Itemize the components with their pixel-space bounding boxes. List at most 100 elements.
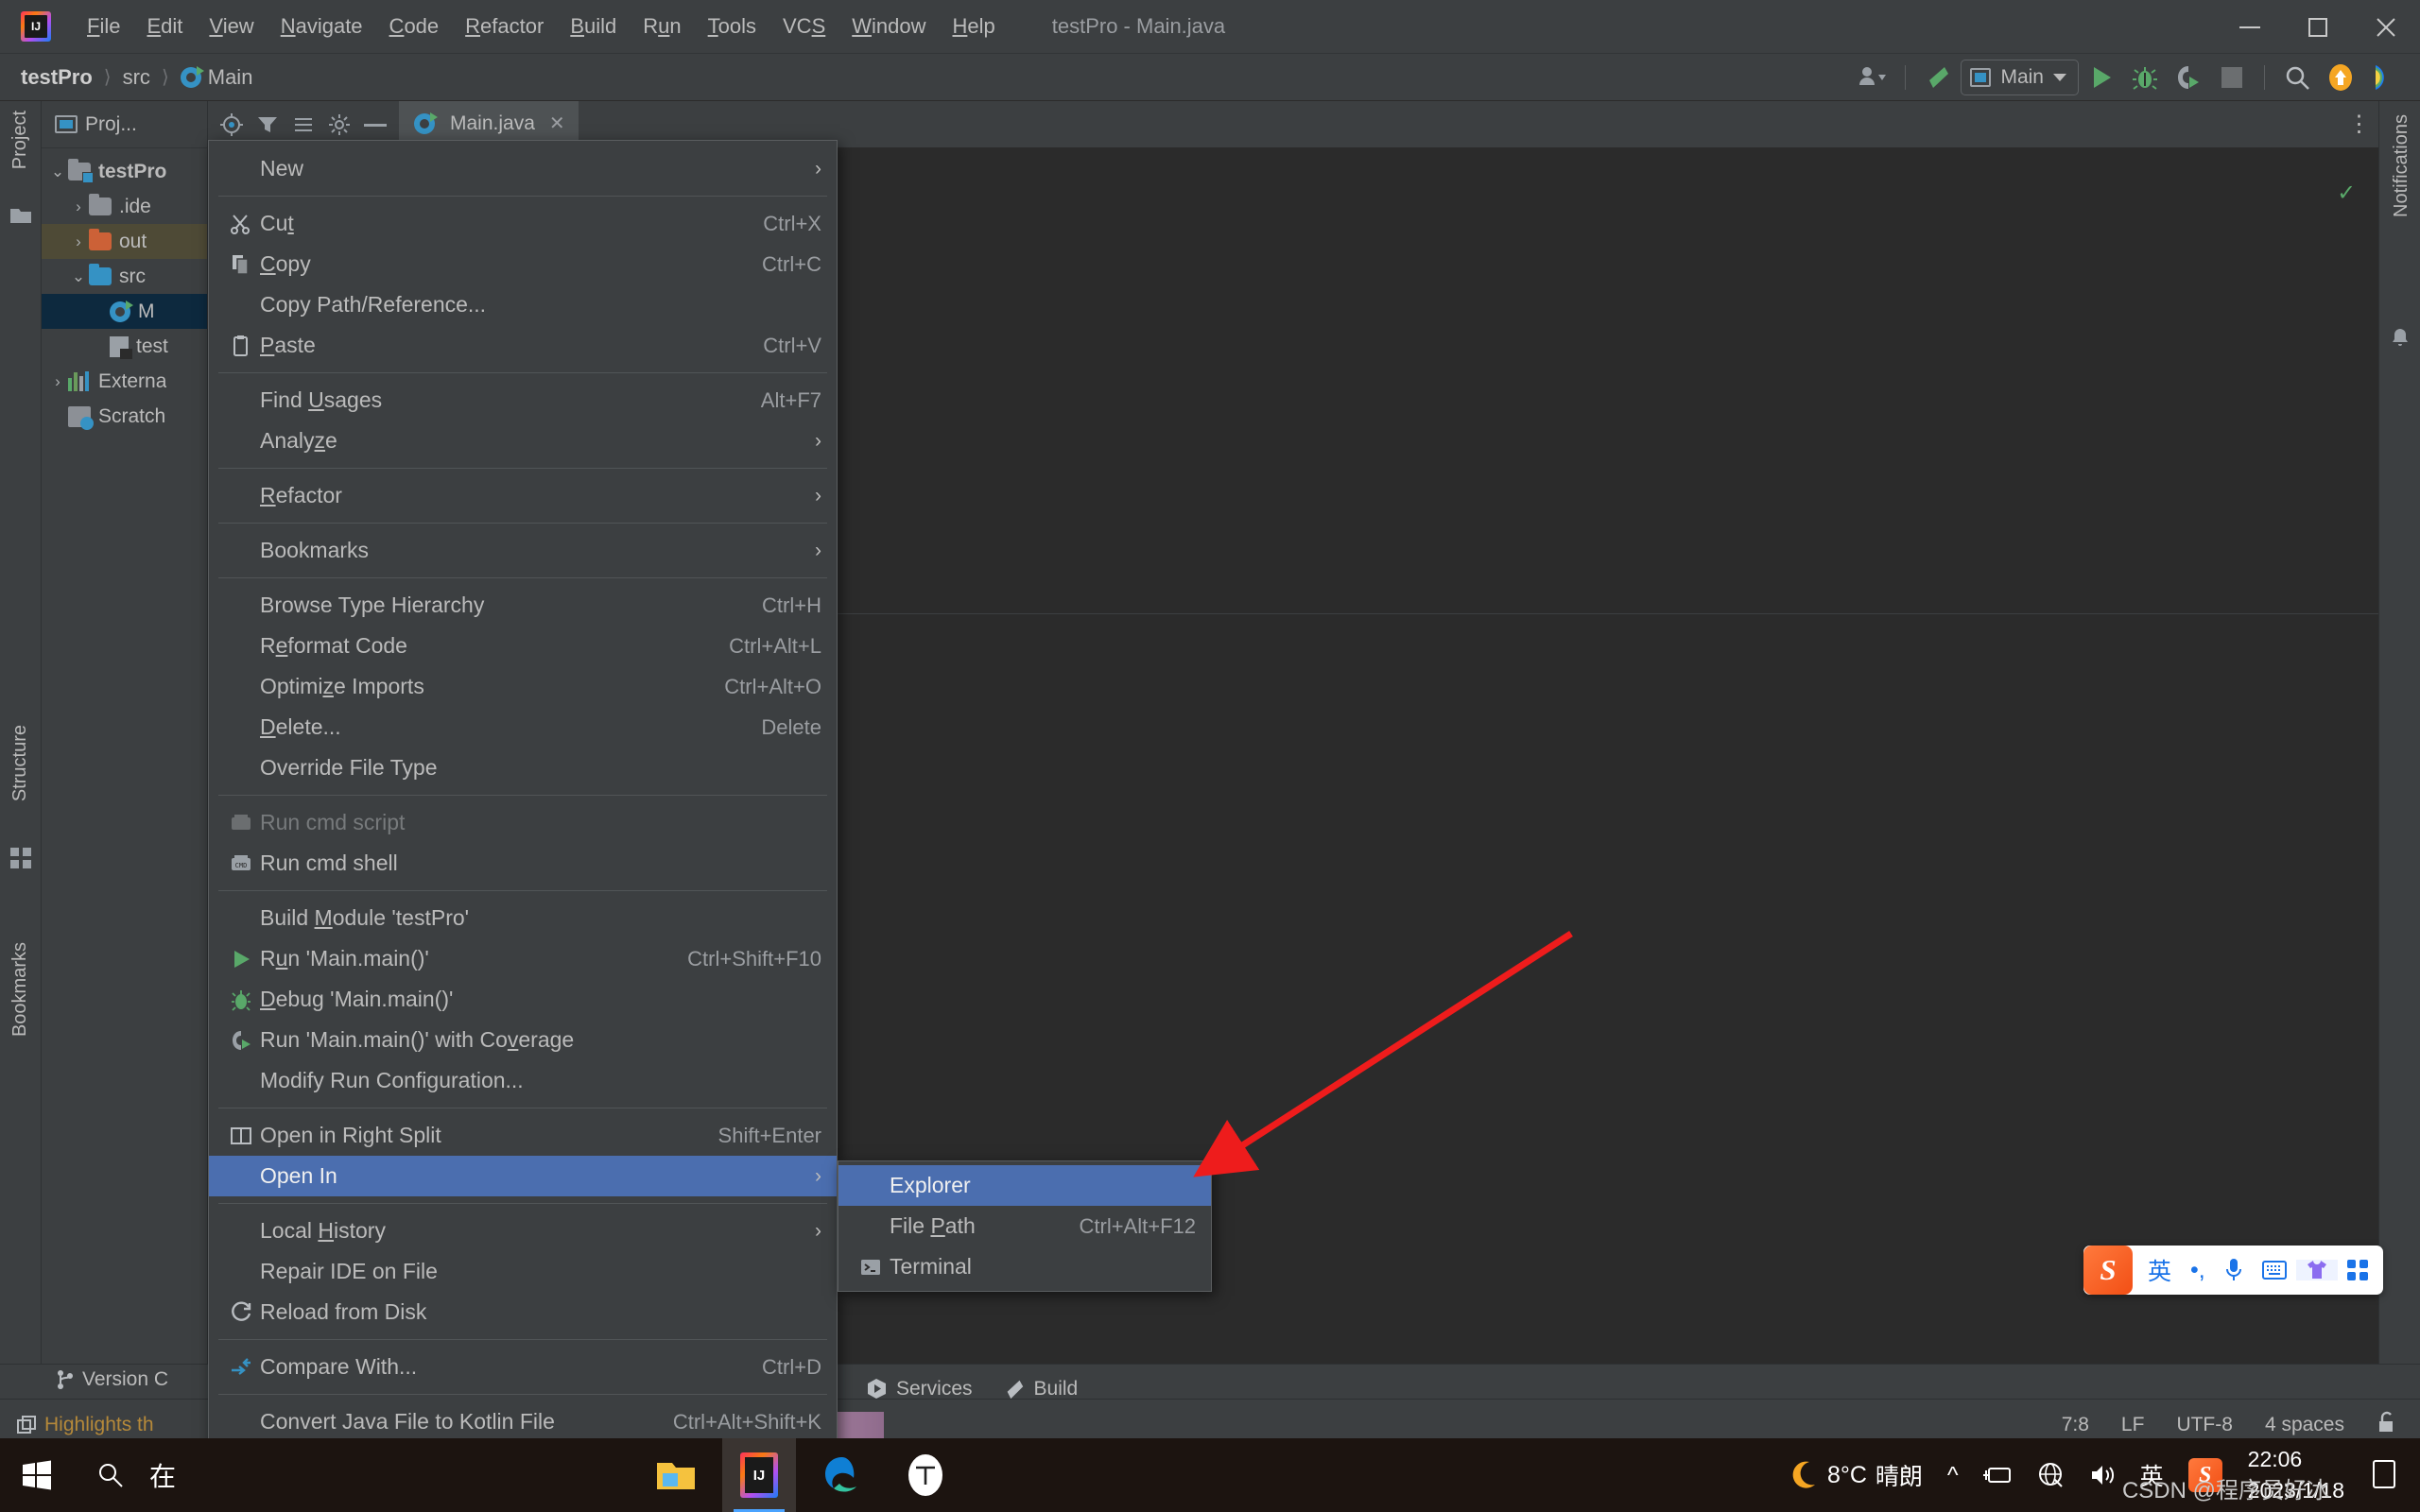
menu-run[interactable]: Run: [630, 9, 694, 44]
settings-gear-icon[interactable]: [323, 109, 355, 141]
menu-file[interactable]: File: [74, 9, 133, 44]
maximize-icon[interactable]: [2284, 0, 2352, 54]
profile-icon[interactable]: [1852, 59, 1893, 96]
menu-item-reformat-code[interactable]: Reformat CodeCtrl+Alt+L: [209, 626, 837, 666]
menu-help[interactable]: Help: [940, 9, 1009, 44]
tree-node-testpro[interactable]: ⌄testPro: [42, 154, 207, 189]
intellij-idea-icon[interactable]: IJ: [722, 1438, 796, 1512]
status-version-control[interactable]: Version C: [57, 1368, 168, 1391]
bottom-item-services[interactable]: Services: [851, 1378, 988, 1400]
menu-item-local-history[interactable]: Local History›: [209, 1211, 837, 1251]
tree-expand-arrow[interactable]: ›: [68, 232, 89, 251]
network-disconnected-icon[interactable]: [2026, 1462, 2077, 1488]
file-explorer-icon[interactable]: [639, 1438, 713, 1512]
soft-keyboard-icon[interactable]: [2253, 1261, 2296, 1280]
menu-item-open-in-right-split[interactable]: Open in Right SplitShift+Enter: [209, 1115, 837, 1156]
menu-view[interactable]: View: [196, 9, 267, 44]
menu-edit[interactable]: Edit: [133, 9, 196, 44]
menu-item-cut[interactable]: CutCtrl+X: [209, 203, 837, 244]
breadcrumb-item-project[interactable]: testPro: [21, 65, 93, 90]
tree-expand-arrow[interactable]: ⌄: [68, 267, 89, 286]
menu-item-debug-main-main[interactable]: Debug 'Main.main()': [209, 979, 837, 1020]
menu-item-compare-with[interactable]: Compare With...Ctrl+D: [209, 1347, 837, 1387]
minimize-icon[interactable]: [2216, 0, 2284, 54]
menu-item-modify-run-configuration[interactable]: Modify Run Configuration...: [209, 1060, 837, 1101]
submenu-item-file-path[interactable]: File PathCtrl+Alt+F12: [838, 1206, 1211, 1246]
menu-item-bookmarks[interactable]: Bookmarks›: [209, 530, 837, 571]
breadcrumb-item-src[interactable]: src: [123, 65, 150, 90]
tree-node-src[interactable]: ⌄src: [42, 259, 207, 294]
tree-expand-arrow[interactable]: ⌄: [47, 163, 68, 181]
update-project-icon[interactable]: [2320, 59, 2361, 96]
skin-tshirt-icon[interactable]: [2296, 1260, 2338, 1280]
sidebar-item-bookmarks[interactable]: Bookmarks: [9, 942, 31, 1037]
stop-button[interactable]: [2211, 59, 2253, 96]
caret-position[interactable]: 7:8: [2062, 1414, 2089, 1436]
menu-item-override-file-type[interactable]: Override File Type: [209, 747, 837, 788]
menu-item-paste[interactable]: PasteCtrl+V: [209, 325, 837, 366]
notification-center-icon[interactable]: [2358, 1459, 2411, 1491]
tree-node-ide[interactable]: ›.ide: [42, 189, 207, 224]
menu-vcs[interactable]: VCS: [769, 9, 838, 44]
menu-item-repair-ide-on-file[interactable]: Repair IDE on File: [209, 1251, 837, 1292]
collapse-filter-icon[interactable]: [251, 109, 284, 141]
line-separator[interactable]: LF: [2121, 1414, 2145, 1436]
menu-item-run-cmd-shell[interactable]: CMDRun cmd shell: [209, 843, 837, 884]
menu-item-run-main-main-with-coverage[interactable]: Run 'Main.main()' with Coverage: [209, 1020, 837, 1060]
file-encoding[interactable]: UTF-8: [2176, 1414, 2233, 1436]
menu-item-refactor[interactable]: Refactor›: [209, 475, 837, 516]
submenu-item-terminal[interactable]: Terminal: [838, 1246, 1211, 1287]
expand-all-icon[interactable]: [287, 109, 320, 141]
menu-item-convert-java-file-to-kotlin-file[interactable]: Convert Java File to Kotlin FileCtrl+Alt…: [209, 1401, 837, 1442]
menu-item-browse-type-hierarchy[interactable]: Browse Type HierarchyCtrl+H: [209, 585, 837, 626]
tree-expand-arrow[interactable]: ›: [68, 198, 89, 216]
close-icon[interactable]: ✕: [549, 112, 565, 135]
menu-item-reload-from-disk[interactable]: Reload from Disk: [209, 1292, 837, 1332]
menu-item-open-in[interactable]: Open In›: [209, 1156, 837, 1196]
menu-item-analyze[interactable]: Analyze›: [209, 421, 837, 461]
menu-item-new[interactable]: New›: [209, 148, 837, 189]
menu-code[interactable]: Code: [376, 9, 453, 44]
sidebar-item-notifications[interactable]: Notifications: [2391, 114, 2412, 217]
ime-apps-icon[interactable]: [2338, 1260, 2377, 1280]
tree-node-m[interactable]: M: [42, 294, 207, 329]
search-icon[interactable]: [74, 1462, 147, 1488]
search-everywhere-icon[interactable]: [2276, 59, 2318, 96]
microsoft-edge-icon[interactable]: [805, 1438, 879, 1512]
sogou-ime-icon[interactable]: S: [2083, 1246, 2133, 1295]
indent-setting[interactable]: 4 spaces: [2265, 1414, 2344, 1436]
menu-refactor[interactable]: Refactor: [452, 9, 557, 44]
menu-item-copy[interactable]: CopyCtrl+C: [209, 244, 837, 284]
submenu-item-explorer[interactable]: Explorer: [838, 1165, 1211, 1206]
battery-charging-icon[interactable]: [1971, 1465, 2026, 1486]
sidebar-item-project[interactable]: Project: [9, 111, 31, 169]
run-with-coverage-button[interactable]: [2168, 59, 2209, 96]
ide-help-icon[interactable]: [2363, 59, 2405, 96]
tree-node-scratch[interactable]: Scratch: [42, 399, 207, 434]
windows-start-icon[interactable]: [0, 1459, 74, 1491]
menu-item-run-main-main[interactable]: Run 'Main.main()'Ctrl+Shift+F10: [209, 938, 837, 979]
tree-expand-arrow[interactable]: ›: [47, 372, 68, 391]
breadcrumb-item-main[interactable]: Main: [181, 65, 253, 90]
tree-node-externa[interactable]: ›Externa: [42, 364, 207, 399]
bottom-item-build[interactable]: Build: [988, 1378, 1094, 1400]
debug-button[interactable]: [2124, 59, 2166, 96]
run-button[interactable]: [2081, 59, 2122, 96]
menu-build[interactable]: Build: [557, 9, 630, 44]
locate-file-icon[interactable]: [216, 109, 248, 141]
typora-icon[interactable]: [889, 1438, 962, 1512]
taskbar-search-label[interactable]: 在: [149, 1456, 176, 1494]
tree-node-out[interactable]: ›out: [42, 224, 207, 259]
menu-tools[interactable]: Tools: [695, 9, 769, 44]
more-options-icon[interactable]: ⋮: [2341, 101, 2378, 147]
build-hammer-icon[interactable]: [1917, 59, 1959, 96]
menu-item-build-module-testpro[interactable]: Build Module 'testPro': [209, 898, 837, 938]
run-configuration-selector[interactable]: Main: [1961, 60, 2079, 95]
hide-panel-icon[interactable]: [359, 109, 391, 141]
menu-item-optimize-imports[interactable]: Optimize ImportsCtrl+Alt+O: [209, 666, 837, 707]
menu-item-find-usages[interactable]: Find UsagesAlt+F7: [209, 380, 837, 421]
close-icon[interactable]: [2352, 0, 2420, 54]
microphone-icon[interactable]: [2215, 1258, 2253, 1282]
menu-navigate[interactable]: Navigate: [268, 9, 376, 44]
ime-mode-toggle[interactable]: 英: [2138, 1253, 2181, 1287]
